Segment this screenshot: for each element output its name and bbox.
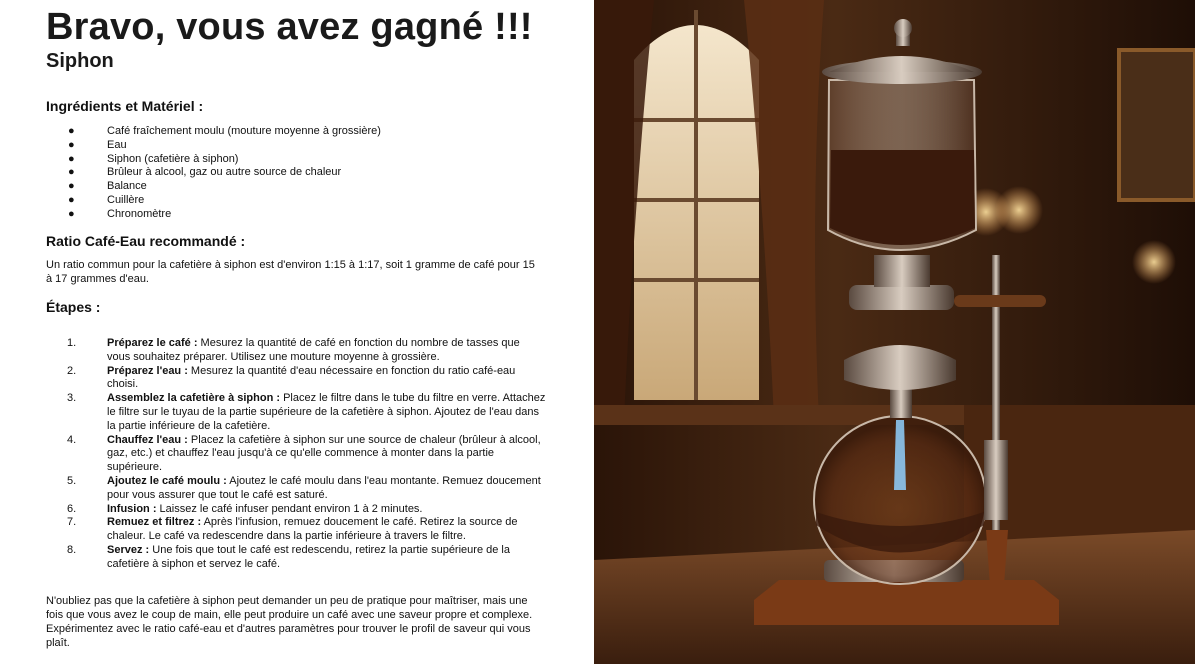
step-item: 7. Remuez et filtrez : Après l'infusion, … xyxy=(46,516,546,544)
ratio-heading: Ratio Café-Eau recommandé : xyxy=(46,233,246,249)
ingredients-list: ● Café fraîchement moulu (mouture moyenne… xyxy=(46,125,566,222)
ingredient-label: Cuillère xyxy=(107,193,145,206)
bullet-icon: ● xyxy=(68,207,75,220)
window-graphic xyxy=(634,10,759,400)
step-number: 8. xyxy=(67,543,77,556)
ingredient-label: Balance xyxy=(107,180,147,193)
ingredient-label: Chronomètre xyxy=(107,207,172,220)
bullet-icon: ● xyxy=(68,193,75,206)
flame-graphic xyxy=(894,420,906,490)
ingredient-label: Eau xyxy=(107,138,127,151)
step-title: Infusion : xyxy=(107,502,157,515)
ratio-text: Un ratio commun pour la cafetière à siph… xyxy=(46,259,535,285)
step-title: Assemblez la cafetière à siphon : xyxy=(107,392,281,405)
step-number: 1. xyxy=(67,337,77,349)
list-item: ● Siphon (cafetière à siphon) xyxy=(46,153,566,167)
bullet-icon: ● xyxy=(68,138,75,151)
lamp-glow xyxy=(1132,240,1176,284)
bullet-icon: ● xyxy=(68,152,75,165)
step-item: 1. Préparez le café : Mesurez la quantité… xyxy=(46,337,546,365)
list-item: ● Balance xyxy=(46,180,566,194)
wall-painting xyxy=(1117,48,1195,202)
step-number: 2. xyxy=(67,364,77,377)
step-item: 6. Infusion : Laissez le café infuser pen… xyxy=(46,503,546,517)
recipe-panel: Bravo, vous avez gagné !!! Siphon Ingréd… xyxy=(0,0,594,664)
step-item: 2. Préparez l'eau : Mesurez la quantité d… xyxy=(46,365,546,393)
siphon-coffee-maker-image xyxy=(594,0,1195,664)
step-number: 6. xyxy=(67,502,77,515)
list-item: ● Eau xyxy=(46,139,566,153)
step-number: 3. xyxy=(67,392,77,405)
step-number: 4. xyxy=(67,433,77,446)
step-title: Ajoutez le café moulu : xyxy=(107,474,227,487)
bullet-icon: ● xyxy=(68,180,75,193)
step-title: Chauffez l'eau : xyxy=(107,433,188,446)
step-title: Préparez l'eau : xyxy=(107,364,188,377)
step-item: 5. Ajoutez le café moulu : Ajoutez le caf… xyxy=(46,475,546,503)
steps-list: 1. Préparez le café : Mesurez la quantité… xyxy=(46,337,546,572)
step-title: Servez : xyxy=(107,543,150,556)
list-item: ● Café fraîchement moulu (mouture moyenne… xyxy=(46,125,566,139)
ingredient-label: Café fraîchement moulu (mouture moyenne … xyxy=(107,125,381,137)
lamp-glow xyxy=(995,186,1043,234)
list-item: ● Chronomètre xyxy=(46,208,566,222)
closing-note: N'oubliez pas que la cafetière à siphon … xyxy=(46,595,533,649)
step-item: 3. Assemblez la cafetière à siphon : Plac… xyxy=(46,392,546,433)
step-title: Remuez et filtrez : xyxy=(107,516,202,529)
bullet-icon: ● xyxy=(68,166,75,179)
ingredients-heading: Ingrédients et Matériel : xyxy=(46,98,204,114)
bullet-icon: ● xyxy=(68,125,75,137)
step-number: 5. xyxy=(67,474,77,487)
step-text: Une fois que tout le café est redescendu… xyxy=(107,543,510,570)
list-item: ● Cuillère xyxy=(46,194,566,208)
ingredient-label: Siphon (cafetière à siphon) xyxy=(107,152,239,165)
upper-chamber xyxy=(826,79,978,251)
page-title: Bravo, vous avez gagné !!! xyxy=(46,6,533,48)
ingredient-label: Brûleur à alcool, gaz ou autre source de… xyxy=(107,166,342,179)
step-item: 8. Servez : Une fois que tout le café est… xyxy=(46,544,546,572)
list-item: ● Brûleur à alcool, gaz ou autre source d… xyxy=(46,166,566,180)
steps-heading: Étapes : xyxy=(46,299,101,315)
recipe-name: Siphon xyxy=(46,50,114,72)
step-number: 7. xyxy=(67,516,77,529)
step-title: Préparez le café : xyxy=(107,337,198,349)
siphon-illustration xyxy=(594,0,1195,664)
step-item: 4. Chauffez l'eau : Placez la cafetière à… xyxy=(46,434,546,475)
step-text: Laissez le café infuser pendant environ … xyxy=(156,502,423,515)
